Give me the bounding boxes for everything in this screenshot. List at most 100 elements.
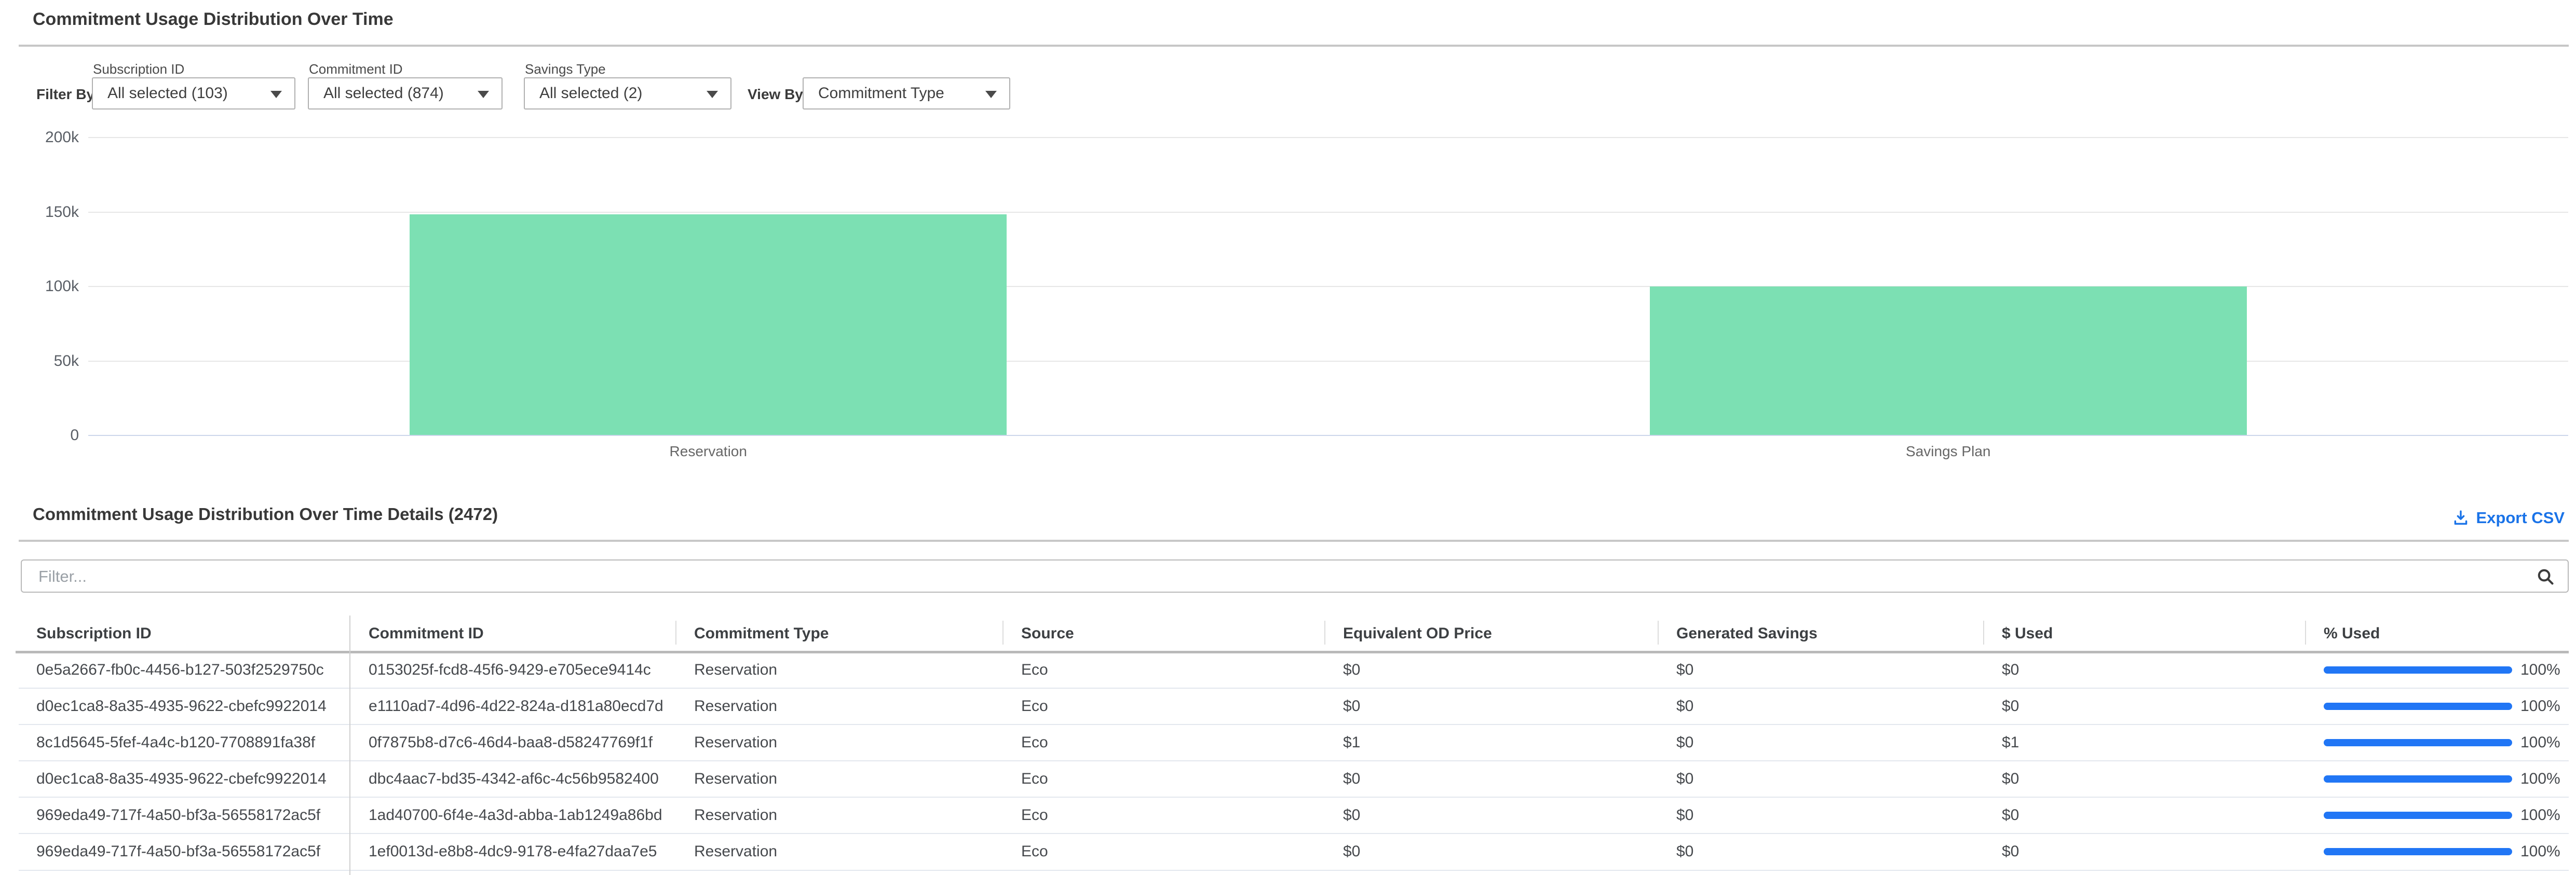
column-header-source[interactable]: Source — [1002, 616, 1324, 652]
commitment-id-dropdown[interactable]: All selected (874) — [308, 77, 503, 110]
view-by-dropdown[interactable]: Commitment Type — [803, 77, 1010, 110]
column-header-subscription-id[interactable]: Subscription ID — [0, 616, 350, 652]
column-header-commitment-id[interactable]: Commitment ID — [350, 616, 675, 652]
search-icon[interactable] — [2536, 567, 2555, 586]
cell-commitment-id: 0153025f-fcd8-45f6-9429-e705ece9414c — [350, 652, 675, 688]
cell-used: $0 — [1983, 688, 2305, 724]
cell-generated-savings: $0 — [1658, 833, 1983, 870]
column-header-equivalent-od-price[interactable]: Equivalent OD Price — [1324, 616, 1658, 652]
table-filter-input[interactable] — [37, 560, 2521, 593]
commitment-usage-bar-chart: 050k100k150k200kReservationSavings Plan — [0, 125, 2576, 467]
row-separator — [19, 724, 2569, 725]
cell-equivalent-od-price: $0 — [1324, 652, 1658, 688]
cell-commitment-id: 1ad40700-6f4e-4a3d-abba-1ab1249a86bd — [350, 797, 675, 833]
table-row: 0e5a2667-fb0c-4456-b127-503f2529750c0153… — [0, 652, 2576, 688]
cell-source: Eco — [1002, 652, 1324, 688]
cell-commitment-type: Reservation — [675, 833, 1002, 870]
table-row: d0ec1ca8-8a35-4935-9622-cbefc9922014e111… — [0, 688, 2576, 724]
table-row: 8c1d5645-5fef-4a4c-b120-7708891fa38f0f78… — [0, 724, 2576, 761]
table-row: d0ec1ca8-8a35-4935-9622-cbefc9922014dbc4… — [0, 761, 2576, 797]
export-csv-label: Export CSV — [2476, 509, 2565, 527]
cell-subscription-id: 8c1d5645-5fef-4a4c-b120-7708891fa38f — [0, 724, 350, 761]
pct-used-value: 100% — [2520, 734, 2560, 751]
gridline-0 — [88, 435, 2568, 436]
commitment-id-dropdown-value: All selected (874) — [323, 85, 444, 102]
y-axis-tick-200k: 200k — [0, 129, 79, 146]
details-table: Subscription IDCommitment IDCommitment T… — [0, 616, 2576, 875]
pct-used-bar — [2324, 775, 2512, 783]
cell-used: $0 — [1983, 761, 2305, 797]
table-body: 0e5a2667-fb0c-4456-b127-503f2529750c0153… — [0, 652, 2576, 870]
cell-subscription-id: d0ec1ca8-8a35-4935-9622-cbefc9922014 — [0, 688, 350, 724]
cell-used: 100% — [2305, 833, 2576, 870]
cell-subscription-id: 0e5a2667-fb0c-4456-b127-503f2529750c — [0, 652, 350, 688]
pct-used-bar — [2324, 666, 2512, 674]
cell-subscription-id: d0ec1ca8-8a35-4935-9622-cbefc9922014 — [0, 761, 350, 797]
export-csv-button[interactable]: Export CSV — [2452, 509, 2565, 527]
filter-by-label: Filter By: — [36, 86, 99, 103]
cell-generated-savings: $0 — [1658, 761, 1983, 797]
view-by-label: View By: — [748, 86, 808, 103]
subscription-id-label: Subscription ID — [93, 61, 184, 77]
table-header-rule — [16, 651, 2569, 653]
table-header-row: Subscription IDCommitment IDCommitment T… — [0, 616, 2576, 652]
cell-used: $0 — [1983, 652, 2305, 688]
title-divider — [19, 45, 2569, 47]
cell-source: Eco — [1002, 761, 1324, 797]
cell-equivalent-od-price: $1 — [1324, 724, 1658, 761]
cell-subscription-id: 969eda49-717f-4a50-bf3a-56558172ac5f — [0, 797, 350, 833]
column-divider — [349, 616, 350, 875]
cell-source: Eco — [1002, 797, 1324, 833]
cell-commitment-id: e1110ad7-4d96-4d22-824a-d181a80ecd7d — [350, 688, 675, 724]
cell-used: 100% — [2305, 652, 2576, 688]
cell-used: 100% — [2305, 797, 2576, 833]
cell-source: Eco — [1002, 833, 1324, 870]
pct-used-bar — [2324, 739, 2512, 746]
table-row: 969eda49-717f-4a50-bf3a-56558172ac5f1ad4… — [0, 797, 2576, 833]
pct-used-value: 100% — [2520, 843, 2560, 860]
row-separator — [19, 688, 2569, 689]
header-column-separator — [1324, 621, 1325, 645]
chevron-down-icon — [270, 91, 282, 98]
header-column-separator — [675, 621, 676, 645]
y-axis-tick-50k: 50k — [0, 352, 79, 370]
cell-generated-savings: $0 — [1658, 688, 1983, 724]
pct-used-value: 100% — [2520, 770, 2560, 788]
row-separator — [19, 760, 2569, 761]
pct-used-value: 100% — [2520, 661, 2560, 679]
cell-generated-savings: $0 — [1658, 797, 1983, 833]
cell-commitment-type: Reservation — [675, 724, 1002, 761]
column-header-used[interactable]: $ Used — [1983, 616, 2305, 652]
cell-commitment-type: Reservation — [675, 761, 1002, 797]
table-filter-container — [21, 559, 2569, 593]
cell-source: Eco — [1002, 688, 1324, 724]
savings-type-label: Savings Type — [525, 61, 606, 77]
pct-used-bar — [2324, 848, 2512, 855]
header-column-separator — [1983, 621, 1984, 645]
cell-used: $1 — [1983, 724, 2305, 761]
column-header-used[interactable]: % Used — [2305, 616, 2576, 652]
cell-commitment-id: 1ef0013d-e8b8-4dc9-9178-e4fa27daa7e5 — [350, 833, 675, 870]
column-header-commitment-type[interactable]: Commitment Type — [675, 616, 1002, 652]
pct-used-bar — [2324, 703, 2512, 710]
view-by-dropdown-value: Commitment Type — [818, 85, 944, 102]
download-icon — [2452, 509, 2470, 527]
savings-type-dropdown[interactable]: All selected (2) — [524, 77, 731, 110]
subscription-id-dropdown[interactable]: All selected (103) — [92, 77, 295, 110]
header-column-separator — [1658, 621, 1659, 645]
chevron-down-icon — [985, 91, 997, 98]
column-header-generated-savings[interactable]: Generated Savings — [1658, 616, 1983, 652]
bar-reservation — [410, 214, 1007, 435]
cell-generated-savings: $0 — [1658, 724, 1983, 761]
chevron-down-icon — [707, 91, 718, 98]
cell-commitment-id: dbc4aac7-bd35-4342-af6c-4c56b9582400 — [350, 761, 675, 797]
cell-equivalent-od-price: $0 — [1324, 761, 1658, 797]
chevron-down-icon — [478, 91, 489, 98]
cell-generated-savings: $0 — [1658, 652, 1983, 688]
commitment-id-label: Commitment ID — [309, 61, 403, 77]
cell-commitment-type: Reservation — [675, 688, 1002, 724]
table-row: 969eda49-717f-4a50-bf3a-56558172ac5f1ef0… — [0, 833, 2576, 870]
row-separator — [19, 833, 2569, 834]
cell-commitment-type: Reservation — [675, 652, 1002, 688]
cell-commitment-id: 0f7875b8-d7c6-46d4-baa8-d58247769f1f — [350, 724, 675, 761]
